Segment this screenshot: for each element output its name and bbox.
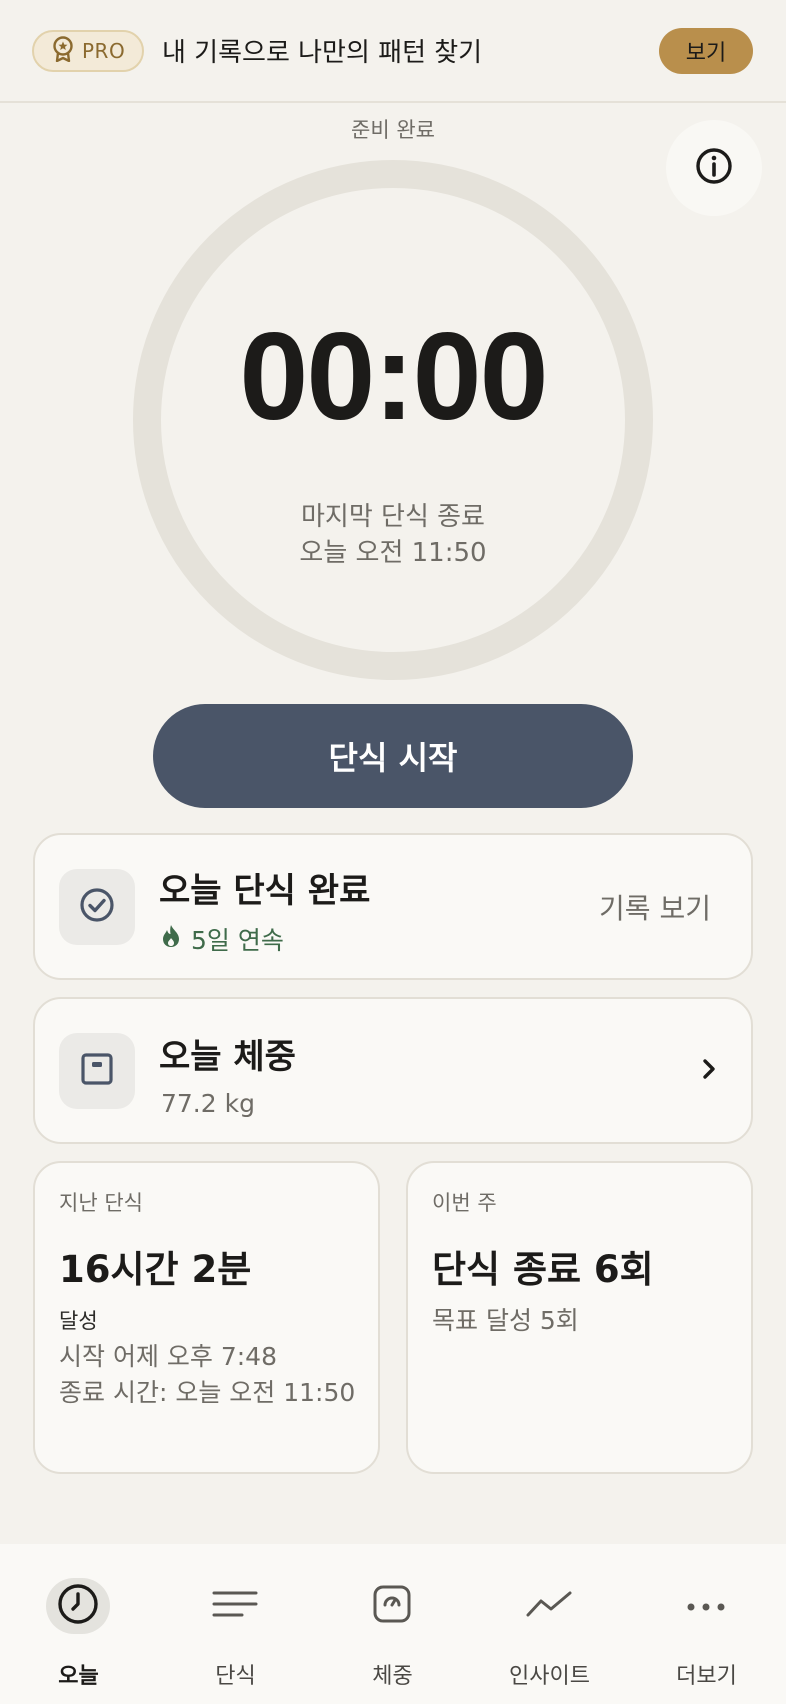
info-button[interactable] [666, 120, 762, 216]
pro-label: PRO [82, 39, 126, 63]
history-link[interactable]: 기록 보기 [599, 887, 711, 927]
nav-label-weight: 체중 [372, 1664, 413, 1689]
week-goal: 목표 달성 5회 [432, 1306, 579, 1335]
start-fast-button[interactable]: 단식 시작 [153, 704, 633, 808]
today-fast-title: 오늘 단식 완료 [159, 871, 371, 911]
nav-label-today: 오늘 [58, 1664, 99, 1689]
more-icon [686, 1597, 726, 1616]
last-fast-end: 종료 시간: 오늘 오전 11:50 [59, 1378, 356, 1407]
scale-icon [372, 1584, 412, 1628]
week-card[interactable]: 이번 주 단식 종료 6회 목표 달성 5회 [406, 1161, 753, 1474]
nav-icon-wrap [360, 1578, 424, 1634]
streak-label: 5일 연속 [191, 926, 284, 955]
nav-item-today[interactable]: 오늘 [0, 1544, 157, 1704]
flame-icon [161, 924, 181, 954]
nav-icon-wrap [46, 1578, 110, 1634]
weight-card[interactable]: 오늘 체중 77.2 kg [33, 997, 753, 1144]
pro-banner[interactable]: PRO 내 기록으로 나만의 패턴 찾기 보기 [0, 0, 786, 103]
last-fast-card[interactable]: 지난 단식 16시간 2분 달성 시작 어제 오후 7:48 종료 시간: 오늘… [33, 1161, 380, 1474]
last-fast-card-label: 지난 단식 [59, 1191, 143, 1215]
last-fast-duration: 16시간 2분 [59, 1248, 252, 1291]
last-fast-start: 시작 어제 오후 7:48 [59, 1342, 277, 1371]
last-fast-status: 달성 [59, 1309, 98, 1333]
nav-icon-wrap [674, 1578, 738, 1634]
nav-label-fasting: 단식 [215, 1664, 256, 1689]
info-icon [695, 147, 733, 189]
chevron-right-icon [699, 1055, 719, 1087]
pro-badge: PRO [32, 30, 144, 72]
bottom-nav: 오늘 단식 체중 인사이트 더보기 [0, 1544, 786, 1704]
nav-item-weight[interactable]: 체중 [314, 1544, 471, 1704]
last-fast-time: 오늘 오전 11:50 [299, 538, 487, 568]
nav-label-more: 더보기 [676, 1664, 737, 1689]
week-fast-count: 단식 종료 6회 [432, 1248, 654, 1291]
nav-icon-wrap [517, 1578, 581, 1634]
last-fast-label: 마지막 단식 종료 [301, 502, 485, 532]
scale-icon-container [59, 1033, 135, 1109]
nav-label-insight: 인사이트 [509, 1664, 590, 1689]
timer-status: 준비 완료 [351, 118, 435, 142]
weight-title: 오늘 체중 [159, 1037, 296, 1077]
nav-item-more[interactable]: 더보기 [628, 1544, 785, 1704]
view-button[interactable]: 보기 [659, 28, 753, 74]
week-card-label: 이번 주 [432, 1191, 497, 1215]
weight-value: 77.2 kg [161, 1089, 255, 1118]
streak: 5일 연속 [161, 921, 284, 957]
clock-icon [56, 1582, 100, 1630]
nav-icon-wrap [203, 1578, 267, 1634]
today-fast-card[interactable]: 오늘 단식 완료 5일 연속 기록 보기 [33, 833, 753, 980]
nav-item-fasting[interactable]: 단식 [157, 1544, 314, 1704]
list-icon [212, 1589, 258, 1623]
timer-value: 00:00 [239, 308, 548, 446]
check-icon-container [59, 869, 135, 945]
award-icon [52, 36, 74, 66]
check-circle-icon [79, 887, 115, 927]
nav-item-insight[interactable]: 인사이트 [471, 1544, 628, 1704]
scale-icon [80, 1052, 114, 1090]
banner-text: 내 기록으로 나만의 패턴 찾기 [162, 38, 483, 68]
trend-icon [525, 1589, 573, 1623]
